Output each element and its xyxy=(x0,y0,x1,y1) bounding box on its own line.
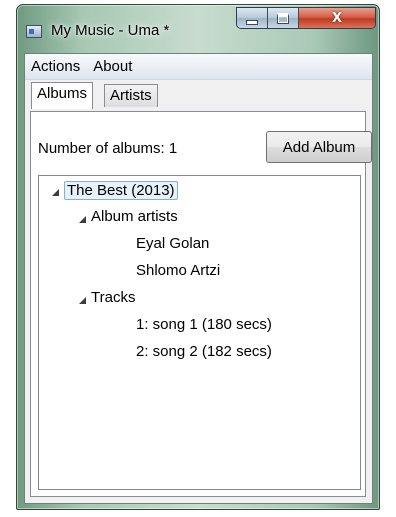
client-area: Actions About Albums Artists Number of a… xyxy=(24,53,373,504)
tree-node-artist[interactable]: Shlomo Artzi xyxy=(136,262,220,279)
window-title: My Music - Uma * xyxy=(51,22,170,39)
tree-node-track[interactable]: 2: song 2 (182 secs) xyxy=(136,343,272,360)
tab-albums[interactable]: Albums xyxy=(31,82,94,109)
menu-about[interactable]: About xyxy=(87,58,139,75)
menu-actions[interactable]: Actions xyxy=(25,58,87,75)
expand-album-icon[interactable] xyxy=(52,189,59,196)
caption-buttons: X xyxy=(236,7,376,29)
tab-strip: Albums Artists xyxy=(25,80,372,109)
tree-node-artist[interactable]: Eyal Golan xyxy=(136,235,209,252)
tree-node-tracks-group[interactable]: Tracks xyxy=(91,289,135,306)
expand-tracks-icon[interactable] xyxy=(79,297,86,304)
album-tree[interactable]: The Best (2013) Album artists Eyal Golan… xyxy=(38,175,361,490)
minimize-button[interactable] xyxy=(237,8,268,28)
maximize-icon xyxy=(277,12,289,24)
expand-artists-icon[interactable] xyxy=(79,216,86,223)
tree-node-track[interactable]: 1: song 1 (180 secs) xyxy=(136,316,272,333)
tree-node-artists-group[interactable]: Album artists xyxy=(91,208,178,225)
menu-bar: Actions About xyxy=(25,54,372,80)
albums-tab-panel: Number of albums: 1 Add Album The Best (… xyxy=(30,111,372,497)
maximize-button[interactable] xyxy=(268,8,299,28)
title-bar[interactable]: My Music - Uma * X xyxy=(17,5,379,53)
tree-node-album[interactable]: The Best (2013) xyxy=(64,181,178,200)
tab-artists[interactable]: Artists xyxy=(104,84,158,107)
app-window: My Music - Uma * X Actions About Albums … xyxy=(16,4,380,510)
close-button[interactable]: X xyxy=(299,8,375,28)
album-count-label: Number of albums: 1 xyxy=(38,140,178,157)
minimize-icon xyxy=(246,19,258,25)
app-icon[interactable] xyxy=(26,25,42,38)
add-album-button[interactable]: Add Album xyxy=(266,131,372,163)
close-icon: X xyxy=(331,10,343,26)
